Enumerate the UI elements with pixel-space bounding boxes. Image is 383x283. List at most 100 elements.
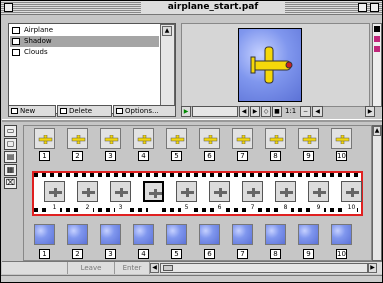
clouds-frame-thumbnail[interactable]: [331, 224, 352, 245]
scroll-left-arrow-icon[interactable]: ◀: [150, 263, 159, 273]
shadow-frame-thumbnail[interactable]: [341, 181, 362, 202]
leave-status: Leave: [67, 262, 115, 274]
preview-image[interactable]: [238, 28, 302, 102]
copy-frame-icon[interactable]: ▦: [4, 164, 17, 176]
delete-label: Delete: [69, 107, 92, 115]
airplane-frame-thumbnail[interactable]: [34, 128, 55, 149]
clouds-frame-thumbnail[interactable]: [166, 224, 187, 245]
layer-row-clouds[interactable]: Clouds: [10, 47, 159, 58]
clouds-frame-thumbnail[interactable]: [232, 224, 253, 245]
new-label: New: [20, 107, 36, 115]
black-swatch-icon[interactable]: [374, 26, 380, 32]
collapse-box-icon[interactable]: [370, 3, 379, 12]
shadow-frame-thumbnail[interactable]: [110, 181, 131, 202]
delete-layer-button[interactable]: Delete: [57, 105, 112, 117]
clouds-frame-thumbnail[interactable]: [67, 224, 88, 245]
layer-scrollbar[interactable]: ▲: [160, 24, 175, 113]
airplane-frame-number: 10: [336, 151, 347, 161]
shadow-frame-thumbnail[interactable]: [44, 181, 65, 202]
layer-options-button[interactable]: Options...: [113, 105, 176, 117]
clouds-frame-thumbnail[interactable]: [100, 224, 121, 245]
airplane-frame-thumbnail[interactable]: [67, 128, 88, 149]
shadow-frame-number: 8: [280, 205, 291, 213]
airplane-frame-thumbnail[interactable]: [232, 128, 253, 149]
eye-icon[interactable]: [12, 49, 20, 56]
clouds-frame-number: 6: [204, 249, 215, 259]
scroll-thumb[interactable]: [163, 265, 173, 271]
trash-frame-icon[interactable]: ⌧: [4, 177, 17, 189]
clouds-frame-thumbnail[interactable]: [199, 224, 220, 245]
shadow-frame-number: 5: [181, 205, 192, 213]
horizontal-scrollbar[interactable]: [160, 263, 368, 273]
frame-view-icon[interactable]: ▭: [4, 125, 17, 137]
step-forward-button[interactable]: ▶: [250, 106, 260, 117]
zoom-box-icon[interactable]: [358, 3, 367, 12]
clouds-frame-thumbnail[interactable]: [265, 224, 286, 245]
eye-icon[interactable]: [12, 27, 20, 34]
layer-label: Shadow: [24, 37, 52, 45]
shadow-frame-thumbnail[interactable]: [176, 181, 197, 202]
airplane-frame-number: 9: [303, 151, 314, 161]
bottom-bar: Leave Enter ◀ ▶: [2, 261, 382, 274]
paste-frame-icon[interactable]: ▤: [4, 151, 17, 163]
airplane-frame-number: 3: [105, 151, 116, 161]
magenta-swatch-icon[interactable]: [374, 36, 380, 42]
layer-row-shadow[interactable]: Shadow: [10, 36, 159, 47]
shadow-frame-thumbnail[interactable]: [77, 181, 98, 202]
step-back-button[interactable]: ◀: [239, 106, 249, 117]
frame-slider[interactable]: [192, 106, 238, 117]
zoom-in-button[interactable]: ◀: [312, 106, 323, 117]
airplane-frame-thumbnail[interactable]: [166, 128, 187, 149]
clouds-frame-thumbnail[interactable]: [34, 224, 55, 245]
pane-splitter[interactable]: [2, 119, 382, 122]
preview-scroll-right-arrow-icon[interactable]: ▶: [365, 106, 375, 117]
close-swatch-icon[interactable]: [374, 46, 380, 52]
shadow-frame-number: 3: [115, 205, 126, 213]
clouds-frame-thumbnail[interactable]: [133, 224, 154, 245]
shadow-frame-number: 9: [313, 205, 324, 213]
shadow-frame-row: 1 2 3 4 5 6 7 8 9 10: [34, 177, 362, 213]
scroll-right-arrow-icon[interactable]: ▶: [368, 263, 377, 273]
shadow-airplane-icon: [313, 188, 326, 197]
airplane-frame-number: 5: [171, 151, 182, 161]
shadow-airplane-icon: [115, 188, 128, 197]
shadow-frame-thumbnail[interactable]: [143, 181, 164, 202]
layer-row-airplane[interactable]: Airplane: [10, 25, 159, 36]
airplane-frame-thumbnail[interactable]: [265, 128, 286, 149]
airplane-frame-thumbnail[interactable]: [331, 128, 352, 149]
stop-button[interactable]: ■: [272, 106, 282, 117]
airplane-frame-thumbnail[interactable]: [133, 128, 154, 149]
clouds-frame-number: 9: [303, 249, 314, 259]
eye-icon[interactable]: [12, 38, 20, 45]
airplane-frame-thumbnail[interactable]: [100, 128, 121, 149]
frames-scroll-up-arrow-icon[interactable]: ▲: [373, 126, 381, 136]
shadow-airplane-icon: [49, 188, 62, 197]
airplane-frame-thumbnail[interactable]: [298, 128, 319, 149]
shadow-frame-thumbnail[interactable]: [275, 181, 296, 202]
enter-status: Enter: [115, 262, 150, 274]
shadow-frame-number: 1: [49, 205, 60, 213]
zoom-level: 1:1: [285, 107, 297, 115]
airplane-frame-number: 2: [72, 151, 83, 161]
trash-icon: [60, 108, 67, 114]
close-box-icon[interactable]: [4, 3, 13, 12]
shadow-frame-thumbnail[interactable]: [242, 181, 263, 202]
shadow-frame-thumbnail[interactable]: [308, 181, 329, 202]
airplane-frame-number: 1: [39, 151, 50, 161]
new-frame-icon[interactable]: ▢: [4, 138, 17, 150]
airplane-frame-thumbnail[interactable]: [199, 128, 220, 149]
frames-scrollbar[interactable]: ▲: [372, 125, 382, 261]
clouds-frame-thumbnail[interactable]: [298, 224, 319, 245]
new-layer-button[interactable]: New: [8, 105, 56, 117]
new-page-icon: [11, 108, 18, 114]
clouds-frame-number: 4: [138, 249, 149, 259]
shadow-frame-thumbnail[interactable]: [209, 181, 230, 202]
airplane-icon: [71, 135, 86, 144]
airplane-icon: [335, 135, 350, 144]
loop-button[interactable]: ◇: [261, 106, 271, 117]
play-button[interactable]: ▶: [181, 106, 191, 117]
zoom-out-button[interactable]: −: [300, 106, 311, 117]
preview-area: [181, 23, 370, 107]
shadow-airplane-icon: [149, 189, 162, 198]
scroll-up-arrow-icon[interactable]: ▲: [162, 26, 172, 36]
